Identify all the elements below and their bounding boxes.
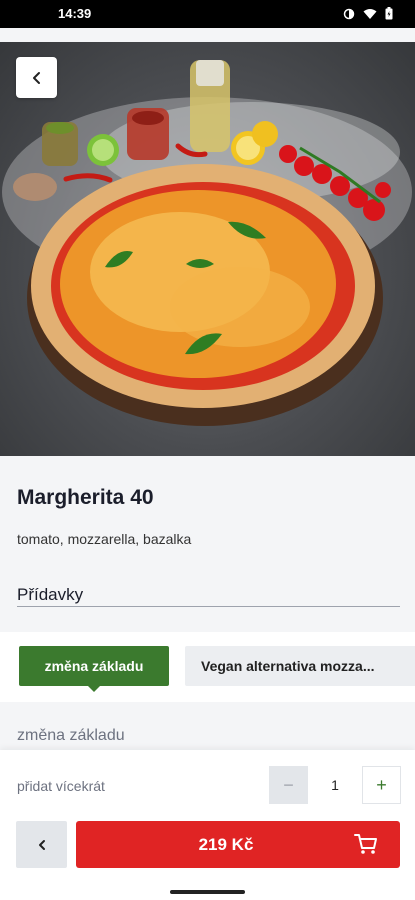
back-button[interactable] (16, 57, 57, 98)
active-tab-indicator (88, 686, 100, 692)
tab-vegan-alternativa[interactable]: Vegan alternativa mozza... (185, 646, 415, 686)
product-title: Margherita 40 (17, 486, 154, 509)
pizza-illustration (2, 60, 412, 426)
quantity-value: 1 (331, 777, 339, 793)
cart-icon (354, 834, 377, 854)
home-indicator[interactable] (170, 890, 245, 894)
bottom-panel: přidat vícekrát − 1 + 219 Kč (0, 750, 415, 884)
status-icons (343, 7, 393, 25)
tab-zmena-zakladu[interactable]: změna základu (19, 646, 169, 686)
battery-icon (385, 7, 393, 25)
previous-button[interactable] (16, 821, 67, 868)
product-image (0, 42, 415, 456)
chevron-left-icon (38, 839, 45, 850)
quantity-plus-button[interactable]: + (362, 766, 401, 804)
section-divider (17, 606, 400, 607)
status-bar: 14:39 (0, 0, 415, 28)
cart-price: 219 Kč (198, 834, 254, 854)
quantity-minus-button[interactable]: − (269, 766, 308, 804)
extras-section-title: Přídavky (17, 585, 84, 604)
data-saver-icon (343, 7, 355, 25)
status-time: 14:39 (58, 6, 92, 21)
system-nav-bar (0, 884, 415, 900)
subsection-title: změna základu (17, 727, 125, 744)
chevron-left-icon (32, 71, 40, 84)
quantity-label: přidat vícekrát (17, 778, 105, 794)
extras-tabs: změna základu Vegan alternativa mozza... (0, 632, 415, 702)
product-description: tomato, mozzarella, bazalka (17, 531, 192, 547)
add-to-cart-button[interactable]: 219 Kč (76, 821, 400, 868)
wifi-icon (363, 7, 377, 25)
